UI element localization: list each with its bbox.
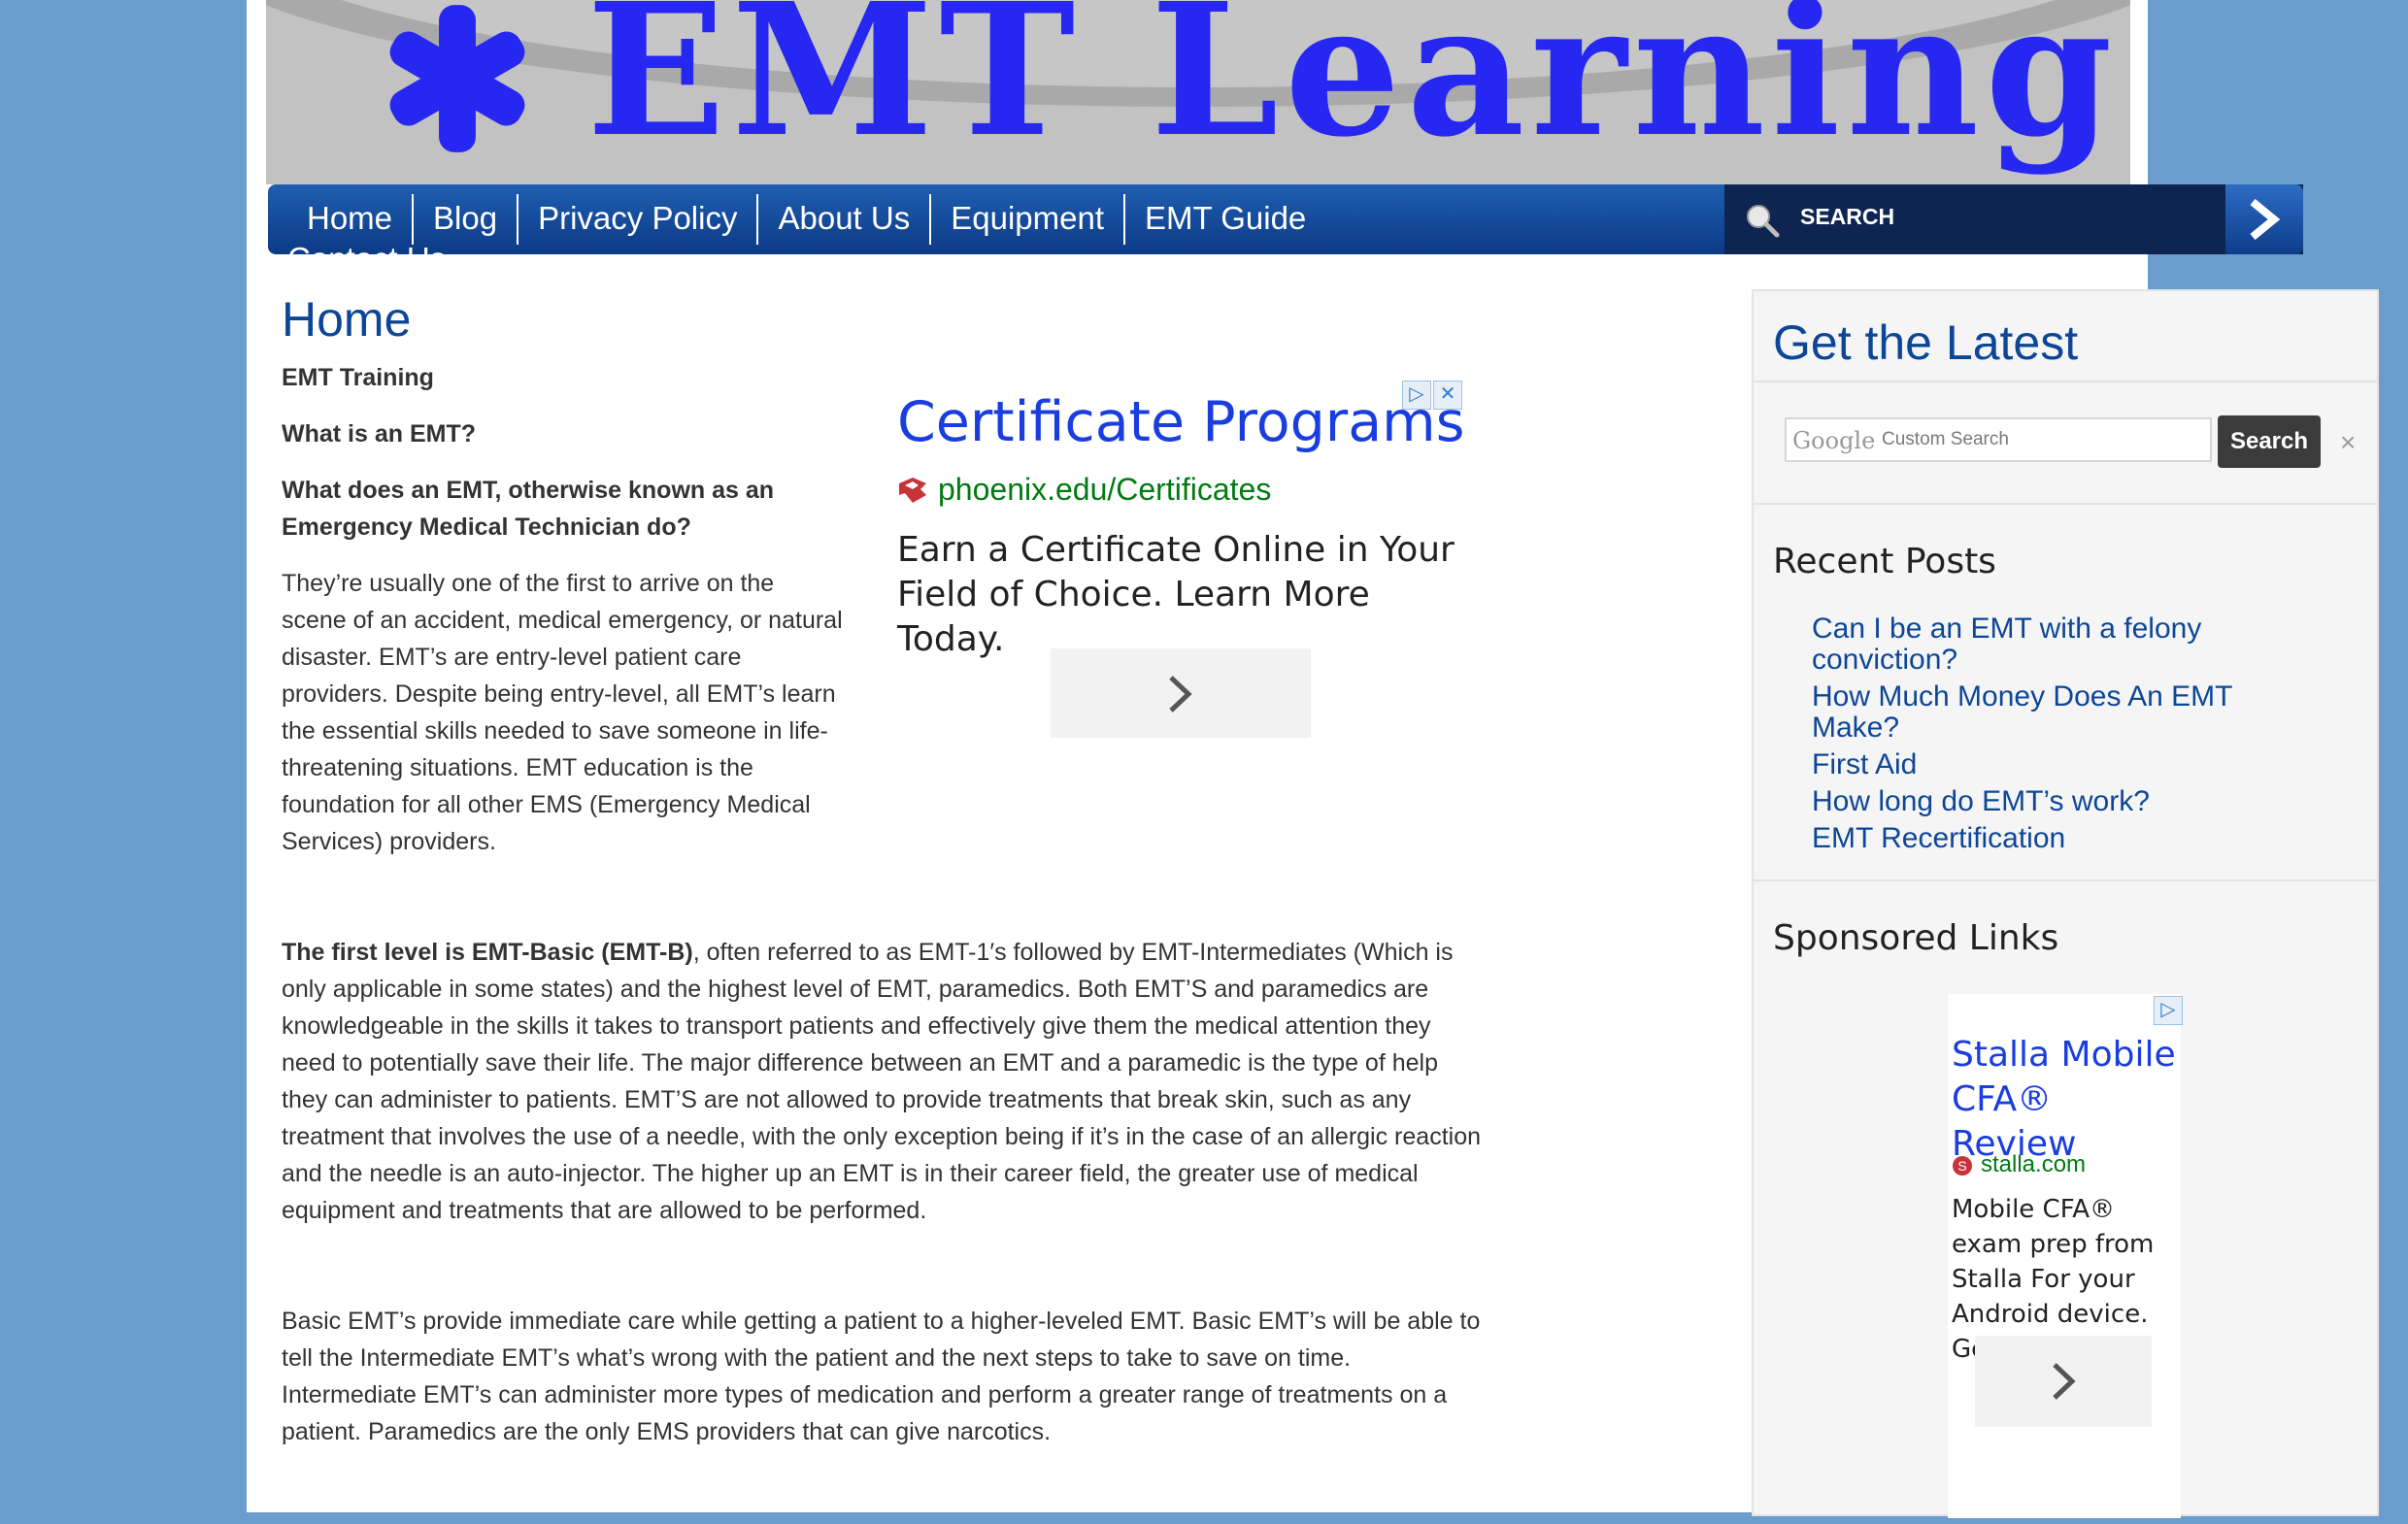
chevron-right-icon	[1169, 676, 1192, 712]
custom-search-input[interactable]: Google Custom Search	[1785, 417, 2212, 462]
recent-post-link[interactable]: How Much Money Does An EMT Make?	[1812, 681, 2317, 744]
stalla-logo-icon: S	[1953, 1156, 1972, 1176]
nav-item-equipment[interactable]: Equipment	[931, 194, 1125, 245]
search-input[interactable]: SEARCH	[1800, 204, 1894, 230]
chevron-right-icon	[2250, 198, 2281, 241]
widget-title-latest: Get the Latest	[1773, 315, 2079, 370]
heading-what-does-emt-do: What does an EMT, otherwise known as an …	[282, 477, 775, 541]
recent-post-link[interactable]: First Aid	[1812, 749, 2317, 780]
adchoices-icon[interactable]: ▷	[2154, 996, 2183, 1025]
sidebar: Get the Latest Google Custom Search Sear…	[1752, 289, 2379, 1518]
ad-description: Earn a Certificate Online in Your Field …	[897, 530, 1455, 659]
site-search: SEARCH	[1724, 184, 2303, 254]
page-title: Home	[282, 292, 412, 347]
custom-search-button[interactable]: Search	[2218, 415, 2321, 468]
nav-item-about-us[interactable]: About Us	[758, 194, 932, 245]
site-logo-text: EMT Learning	[586, 0, 2119, 178]
ad-url[interactable]: phoenix.edu/Certificates	[938, 472, 1271, 508]
heading-what-is-emt: What is an EMT?	[282, 420, 476, 447]
recent-post-link[interactable]: EMT Recertification	[1812, 823, 2317, 854]
widget-title-recent-posts: Recent Posts	[1773, 542, 1996, 581]
page: EMT Learning Home Blog Privacy Policy Ab…	[247, 0, 2379, 1518]
heading-emt-training: EMT Training	[282, 364, 434, 391]
nav-item-home[interactable]: Home	[287, 194, 415, 245]
recent-post-link[interactable]: How long do EMT’s work?	[1812, 786, 2317, 817]
google-logo: Google	[1792, 427, 1876, 454]
svg-text:S: S	[1957, 1158, 1966, 1174]
close-icon[interactable]: ×	[2340, 427, 2356, 458]
ad-stalla[interactable]: ▷ Stalla Mobile CFA® Review S stalla.com…	[1948, 994, 2183, 1518]
search-placeholder: Custom Search	[1882, 429, 2009, 449]
paragraph-levels: The first level is EMT-Basic (EMT-B), of…	[282, 934, 1486, 1229]
body-text: The first level is EMT-Basic (EMT-B), of…	[282, 934, 1486, 1524]
paragraph-levels-bold: The first level is EMT-Basic (EMT-B)	[282, 939, 693, 966]
ad-next-button[interactable]	[1975, 1336, 2152, 1427]
header-banner[interactable]: EMT Learning	[266, 0, 2130, 184]
star-of-life-icon	[389, 5, 525, 152]
ad-title[interactable]: Certificate Programs	[897, 390, 1464, 454]
nav-item-contact-us[interactable]: Contact Us	[287, 241, 446, 254]
ad-title[interactable]: Stalla Mobile CFA® Review	[1952, 1033, 2181, 1167]
recent-post-link[interactable]: Can I be an EMT with a felony conviction…	[1812, 613, 2317, 676]
intro-paragraph: They’re usually one of the first to arri…	[282, 570, 843, 855]
ad-certificate-programs[interactable]: ▷ ✕ Certificate Programs phoenix.edu/Cer…	[897, 381, 1464, 749]
phoenix-logo-icon	[899, 478, 926, 503]
ad-next-button[interactable]	[1051, 648, 1311, 738]
recent-posts-list: Can I be an EMT with a felony conviction…	[1812, 613, 2317, 860]
nav-item-emt-guide[interactable]: EMT Guide	[1125, 194, 1325, 245]
paragraph-levels-text: , often referred to as EMT-1′s followed …	[282, 939, 1481, 1224]
intro-section: EMT Training What is an EMT? What does a…	[282, 359, 845, 879]
nav-item-privacy-policy[interactable]: Privacy Policy	[518, 194, 759, 245]
ad-url[interactable]: stalla.com	[1981, 1151, 2086, 1178]
chevron-right-icon	[2053, 1363, 2076, 1400]
paragraph-basic-emt: Basic EMT’s provide immediate care while…	[282, 1308, 1481, 1445]
widget-title-sponsored-links: Sponsored Links	[1773, 918, 2059, 958]
nav-item-blog[interactable]: Blog	[414, 194, 519, 245]
search-go-button[interactable]	[2225, 184, 2303, 254]
magnifier-icon	[1747, 205, 1780, 238]
